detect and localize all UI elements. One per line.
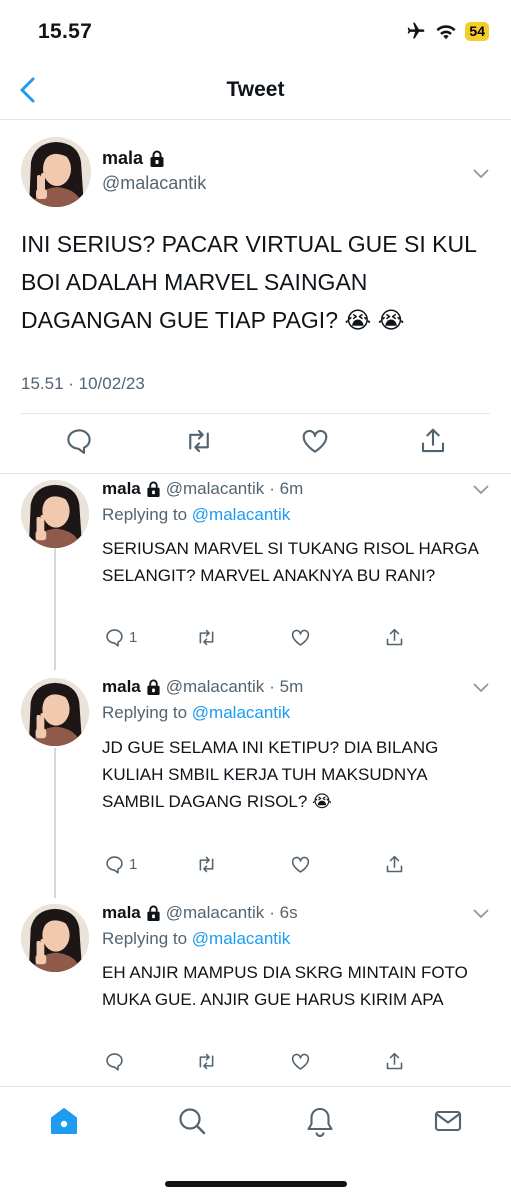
replying-to-label: Replying to bbox=[102, 505, 188, 524]
chevron-down-icon[interactable] bbox=[472, 682, 490, 694]
divider bbox=[21, 413, 490, 414]
avatar-image bbox=[21, 480, 89, 548]
reply-button[interactable] bbox=[104, 1049, 129, 1073]
replying-to-link[interactable]: @malacantik bbox=[192, 703, 291, 722]
author-handle[interactable]: @malacantik bbox=[166, 479, 265, 499]
home-indicator[interactable] bbox=[165, 1181, 347, 1187]
replying-to: Replying to @malacantik bbox=[102, 929, 290, 949]
retweet-button[interactable] bbox=[196, 852, 217, 876]
reply-text: JD GUE SELAMA INI KETIPU? DIA BILANG KUL… bbox=[102, 738, 439, 811]
reply-icon bbox=[106, 855, 123, 874]
status-time: 15.57 bbox=[38, 20, 93, 43]
like-button[interactable] bbox=[290, 625, 311, 649]
author-handle[interactable]: @malacantik bbox=[166, 903, 265, 923]
tweet-text: INI SERIUS? PACAR VIRTUAL GUE SI KUL BOI… bbox=[21, 231, 477, 333]
reply-text: EH ANJIR MAMPUS DIA SKRG MINTAIN FOTO MU… bbox=[102, 963, 468, 1009]
page-title: Tweet bbox=[226, 78, 285, 101]
reply-button[interactable]: 1 bbox=[104, 625, 137, 649]
share-button[interactable] bbox=[384, 1049, 405, 1073]
home-icon[interactable] bbox=[48, 1105, 80, 1137]
author-name[interactable]: mala bbox=[102, 677, 141, 697]
like-icon bbox=[291, 629, 310, 646]
reply-icon[interactable] bbox=[64, 426, 94, 456]
author-name[interactable]: mala bbox=[102, 479, 141, 499]
tweet-timestamp[interactable]: 15.51 · 10/02/23 bbox=[21, 374, 145, 394]
avatar-image bbox=[21, 137, 91, 207]
retweet-icon bbox=[199, 1053, 214, 1069]
author-name-row: mala bbox=[102, 148, 165, 169]
avatar[interactable] bbox=[21, 480, 89, 548]
reply-actions: 1 bbox=[100, 852, 500, 878]
share-icon bbox=[386, 1052, 403, 1069]
like-button[interactable] bbox=[290, 1049, 311, 1073]
chevron-down-icon[interactable] bbox=[472, 908, 490, 920]
reply-header: mala @malacantik · 6s bbox=[102, 903, 298, 923]
reply-button[interactable]: 1 bbox=[104, 852, 137, 876]
main-tweet: mala @malacantik INI SERIUS? PACAR VIRTU… bbox=[0, 120, 511, 474]
reply-time: · 6s bbox=[269, 903, 298, 922]
status-bar: 15.57 54 bbox=[0, 0, 511, 62]
status-icons: 54 bbox=[405, 21, 489, 41]
notifications-icon[interactable] bbox=[304, 1105, 336, 1137]
reply-actions: 1 bbox=[100, 625, 500, 651]
reply-text: SERIUSAN MARVEL SI TUKANG RISOL HARGA SE… bbox=[102, 539, 478, 585]
share-button[interactable] bbox=[384, 625, 405, 649]
share-button[interactable] bbox=[384, 852, 405, 876]
chevron-down-icon[interactable] bbox=[472, 168, 490, 180]
replying-to-link[interactable]: @malacantik bbox=[192, 505, 291, 524]
lock-icon bbox=[147, 905, 160, 921]
author-handle[interactable]: @malacantik bbox=[166, 677, 265, 697]
share-icon bbox=[386, 628, 403, 645]
reply-time: · 6m bbox=[269, 479, 304, 498]
lock-icon bbox=[147, 481, 160, 497]
avatar-image bbox=[21, 678, 89, 746]
retweet-icon[interactable] bbox=[184, 426, 214, 456]
reply-tweet[interactable]: mala @malacantik · 6s Replying to @malac… bbox=[0, 898, 511, 1084]
retweet-button[interactable] bbox=[196, 625, 217, 649]
lock-icon bbox=[150, 150, 164, 167]
retweet-icon bbox=[199, 856, 214, 872]
retweet-button[interactable] bbox=[196, 1049, 217, 1073]
author-name[interactable]: mala bbox=[102, 148, 143, 169]
share-icon bbox=[386, 855, 403, 872]
reply-count: 1 bbox=[129, 855, 138, 873]
reply-header: mala @malacantik · 5m bbox=[102, 677, 303, 697]
avatar-image bbox=[21, 904, 89, 972]
replying-to-label: Replying to bbox=[102, 703, 188, 722]
battery-icon: 54 bbox=[465, 21, 489, 41]
navigation-bar: Tweet bbox=[0, 62, 511, 120]
share-icon[interactable] bbox=[418, 426, 448, 456]
airplane-icon bbox=[408, 22, 425, 39]
reply-tweet[interactable]: mala @malacantik · 5m Replying to @malac… bbox=[0, 672, 511, 896]
replying-to-label: Replying to bbox=[102, 929, 188, 948]
tweet-actions bbox=[0, 426, 511, 466]
reply-header: mala @malacantik · 6m bbox=[102, 479, 303, 499]
reply-icon bbox=[106, 1052, 123, 1071]
replying-to: Replying to @malacantik bbox=[102, 505, 290, 525]
author-handle[interactable]: @malacantik bbox=[102, 173, 206, 194]
reply-icon bbox=[106, 628, 123, 647]
reply-tweet[interactable]: mala @malacantik · 6m Replying to @malac… bbox=[0, 474, 511, 670]
like-icon[interactable] bbox=[300, 426, 330, 456]
lock-icon bbox=[147, 679, 160, 695]
replying-to-link[interactable]: @malacantik bbox=[192, 929, 291, 948]
author-name[interactable]: mala bbox=[102, 903, 141, 923]
reply-actions bbox=[100, 1049, 500, 1075]
messages-icon[interactable] bbox=[432, 1105, 464, 1137]
like-icon bbox=[291, 1053, 310, 1070]
reply-count: 1 bbox=[129, 628, 138, 646]
avatar[interactable] bbox=[21, 678, 89, 746]
like-icon bbox=[291, 856, 310, 873]
wifi-icon bbox=[436, 24, 456, 39]
reply-time: · 5m bbox=[269, 677, 304, 696]
replying-to: Replying to @malacantik bbox=[102, 703, 290, 723]
search-icon[interactable] bbox=[176, 1105, 208, 1137]
avatar[interactable] bbox=[21, 904, 89, 972]
like-button[interactable] bbox=[290, 852, 311, 876]
retweet-icon bbox=[199, 629, 214, 645]
chevron-down-icon[interactable] bbox=[472, 484, 490, 496]
avatar[interactable] bbox=[21, 137, 91, 207]
